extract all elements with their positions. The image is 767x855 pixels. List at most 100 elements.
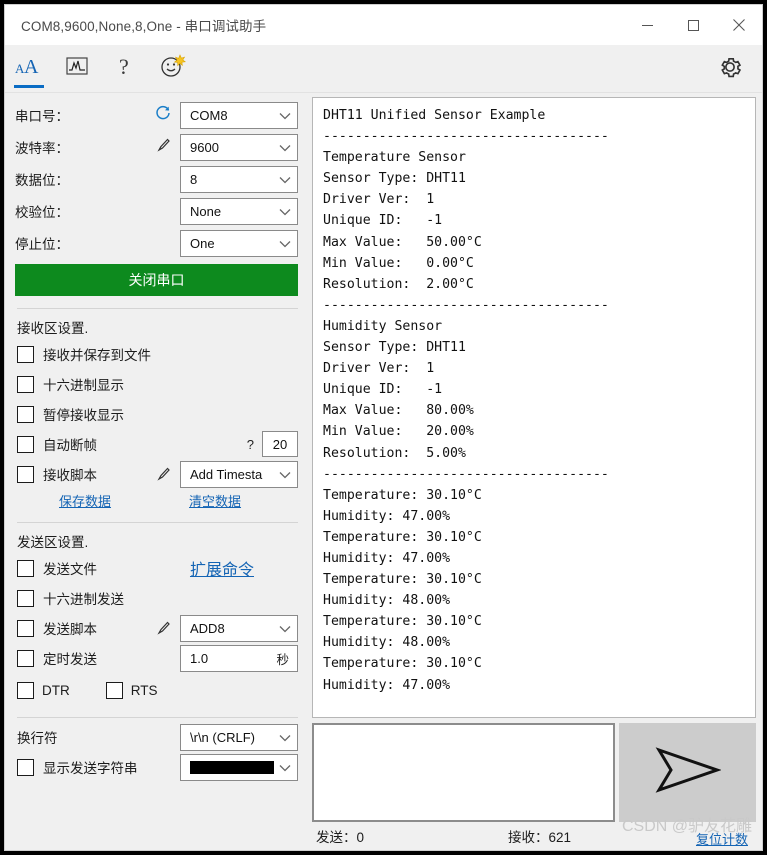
send-section-title: 发送区设置. bbox=[17, 535, 89, 550]
checkbox[interactable] bbox=[17, 375, 34, 393]
stopbits-select[interactable]: One bbox=[180, 229, 298, 257]
checkbox[interactable] bbox=[17, 435, 34, 453]
checkbox[interactable] bbox=[17, 649, 34, 667]
help-icon: ? bbox=[114, 54, 136, 83]
close-button[interactable] bbox=[716, 5, 762, 45]
font-icon: A A bbox=[15, 54, 43, 83]
sent-count: 发送：0 bbox=[316, 830, 365, 845]
auto-frame-help-icon[interactable]: ? bbox=[247, 437, 254, 452]
auto-frame-input[interactable]: 20 bbox=[262, 431, 298, 457]
baud-select[interactable]: 9600 bbox=[180, 133, 298, 161]
toggle-port-button[interactable]: 关闭串口 bbox=[15, 264, 298, 296]
settings-panel: 串口号： COM8 波特率： 9600 数据位： 8 校验位： None 停止位… bbox=[5, 93, 308, 850]
chevron-down-icon bbox=[279, 621, 291, 636]
check-send-script[interactable]: 发送脚本 ADD8 bbox=[17, 613, 298, 643]
send-script-select[interactable]: ADD8 bbox=[180, 614, 298, 642]
check-receive-script[interactable]: 接收脚本 Add Timesta bbox=[17, 459, 298, 489]
chevron-down-icon bbox=[279, 108, 291, 123]
check-pause-display[interactable]: 暂停接收显示 bbox=[17, 399, 298, 429]
check-save-to-file[interactable]: 接收并保存到文件 bbox=[17, 339, 298, 369]
label: 自动断帧 bbox=[43, 438, 97, 453]
divider-send bbox=[17, 522, 298, 523]
smiley-button[interactable] bbox=[149, 45, 197, 93]
title-bar: COM8,9600,None,8,One - 串口调试助手 bbox=[5, 5, 762, 45]
receive-script-select[interactable]: Add Timesta bbox=[180, 460, 298, 488]
stopbits-value: One bbox=[190, 235, 215, 251]
waveform-icon bbox=[66, 55, 88, 82]
help-button[interactable]: ? bbox=[101, 45, 149, 93]
checkbox[interactable] bbox=[17, 589, 34, 607]
svg-text:?: ? bbox=[119, 54, 129, 78]
label: 发送文件 bbox=[43, 562, 97, 577]
value: \r\n (CRLF) bbox=[190, 729, 255, 745]
main-body: 串口号： COM8 波特率： 9600 数据位： 8 校验位： None 停止位… bbox=[5, 93, 762, 850]
send-button[interactable] bbox=[619, 723, 756, 822]
waveform-button[interactable] bbox=[53, 45, 101, 93]
chevron-down-icon bbox=[279, 730, 291, 745]
value: Add Timesta bbox=[190, 466, 263, 482]
rts-label: RTS bbox=[130, 682, 158, 698]
checkbox[interactable] bbox=[17, 405, 34, 423]
svg-text:A: A bbox=[24, 56, 39, 78]
send-interval-input[interactable]: 1.0 秒 bbox=[180, 644, 298, 672]
chevron-down-icon bbox=[279, 467, 291, 482]
send-arrow-icon bbox=[655, 746, 722, 799]
checkbox[interactable] bbox=[17, 619, 34, 637]
pen-icon[interactable] bbox=[154, 136, 172, 159]
pen-icon[interactable] bbox=[154, 465, 172, 483]
check-timed-send[interactable]: 定时发送 1.0 秒 bbox=[17, 643, 298, 673]
label: 显示发送字符串 bbox=[43, 761, 138, 776]
settings-button[interactable] bbox=[706, 45, 754, 93]
label: 十六进制显示 bbox=[43, 378, 124, 393]
label: 接收脚本 bbox=[43, 468, 97, 483]
check-send-file[interactable]: 发送文件 扩展命令 bbox=[17, 553, 298, 583]
send-textarea[interactable] bbox=[312, 723, 615, 822]
font-size-button[interactable]: A A bbox=[5, 45, 53, 93]
checkbox[interactable] bbox=[17, 758, 34, 776]
check-show-send-string[interactable]: 显示发送字符串 bbox=[17, 752, 298, 782]
receive-section-title: 接收区设置. bbox=[17, 321, 89, 336]
label: 发送脚本 bbox=[43, 622, 97, 637]
checkbox[interactable] bbox=[17, 465, 34, 483]
minimize-button[interactable] bbox=[624, 5, 670, 45]
chevron-down-icon bbox=[279, 172, 291, 187]
window-title: COM8,9600,None,8,One - 串口调试助手 bbox=[21, 19, 267, 34]
label: 暂停接收显示 bbox=[43, 408, 124, 423]
window-controls bbox=[624, 5, 762, 45]
clear-data-link[interactable]: 清空数据 bbox=[189, 491, 241, 510]
label: 接收并保存到文件 bbox=[43, 348, 151, 363]
receive-links: 保存数据 清空数据 bbox=[17, 491, 298, 510]
check-hex-send[interactable]: 十六进制发送 bbox=[17, 583, 298, 613]
checkbox[interactable] bbox=[17, 345, 34, 363]
newline-label: 换行符 bbox=[17, 731, 58, 746]
parity-select[interactable]: None bbox=[180, 197, 298, 225]
extend-command-link[interactable]: 扩展命令 bbox=[190, 556, 254, 580]
port-value: COM8 bbox=[190, 107, 228, 123]
databits-label: 数据位： bbox=[15, 173, 69, 188]
maximize-button[interactable] bbox=[670, 5, 716, 45]
received-count: 接收：621 bbox=[508, 830, 572, 845]
rts-checkbox[interactable] bbox=[105, 681, 123, 699]
color-select[interactable] bbox=[180, 753, 298, 781]
dtr-checkbox[interactable] bbox=[17, 681, 34, 699]
refresh-icon[interactable] bbox=[154, 104, 172, 127]
save-data-link[interactable]: 保存数据 bbox=[59, 491, 111, 510]
receive-textarea[interactable]: DHT11 Unified Sensor Example -----------… bbox=[312, 97, 756, 718]
label: 定时发送 bbox=[43, 652, 97, 667]
dtr-label: DTR bbox=[42, 682, 70, 698]
compose-area bbox=[312, 723, 756, 822]
chevron-down-icon bbox=[279, 236, 291, 251]
newline-select[interactable]: \r\n (CRLF) bbox=[180, 723, 298, 751]
port-select[interactable]: COM8 bbox=[180, 101, 298, 129]
terminal-panel: DHT11 Unified Sensor Example -----------… bbox=[308, 93, 762, 850]
chevron-down-icon bbox=[279, 140, 291, 155]
databits-select[interactable]: 8 bbox=[180, 165, 298, 193]
check-auto-frame[interactable]: 自动断帧 ? 20 bbox=[17, 429, 298, 459]
pen-icon[interactable] bbox=[154, 619, 172, 637]
check-hex-display[interactable]: 十六进制显示 bbox=[17, 369, 298, 399]
serial-row-parity: 校验位： None bbox=[15, 195, 298, 227]
checkbox[interactable] bbox=[17, 559, 34, 577]
serial-row-baud: 波特率： 9600 bbox=[15, 131, 298, 163]
reset-count-link[interactable]: 复位计数 bbox=[696, 829, 748, 848]
status-bar: 发送：0 接收：621 CSDN @驴友花雕 复位计数 bbox=[312, 818, 756, 850]
